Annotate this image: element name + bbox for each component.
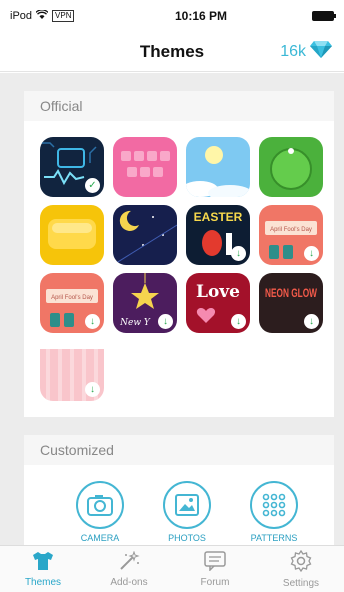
section-header-official: Official — [24, 91, 334, 121]
photos-button[interactable]: PHOTOS — [159, 481, 215, 543]
magic-wand-icon — [117, 549, 141, 574]
download-icon: ↓ — [85, 314, 100, 329]
theme-tile-sky[interactable] — [186, 137, 250, 197]
theme-tile-green[interactable] — [259, 137, 323, 197]
download-icon: ↓ — [304, 246, 319, 261]
theme-tile-april-fools-1[interactable]: April Fool's Day ↓ — [259, 205, 323, 265]
forum-icon — [204, 550, 226, 574]
status-bar: iPod VPN 10:16 PM — [0, 0, 344, 32]
camera-label: CAMERA — [80, 533, 120, 543]
photos-label: PHOTOS — [168, 533, 206, 543]
april-fools-label-2: April Fool's Day — [51, 295, 93, 301]
customize-options: CAMERA PHOTOS PATTERNS — [72, 481, 302, 543]
section-header-customized: Customized — [24, 435, 334, 465]
tab-forum-label: Forum — [200, 576, 230, 588]
theme-tile-new-year[interactable]: New Y ↓ — [113, 273, 177, 333]
themes-content[interactable]: Official ✓ EASTER ↓ April Fool's Day ↓ A… — [0, 73, 344, 545]
tshirt-icon — [31, 551, 55, 574]
coin-count: 16k — [280, 42, 306, 60]
gear-icon — [290, 549, 312, 575]
page-title: Themes — [139, 41, 205, 61]
tab-settings[interactable]: Settings — [258, 546, 344, 592]
camera-button[interactable]: CAMERA — [72, 481, 128, 543]
status-time: 10:16 PM — [174, 9, 228, 23]
tab-addons[interactable]: Add-ons — [86, 546, 172, 592]
theme-tile-night[interactable] — [113, 205, 177, 265]
patterns-label: PATTERNS — [250, 533, 298, 543]
tab-addons-label: Add-ons — [110, 576, 148, 588]
tab-bar: Themes Add-ons Forum Settings — [0, 545, 344, 592]
theme-tile-circuit[interactable]: ✓ — [40, 137, 104, 197]
new-year-label: New Y — [119, 318, 151, 328]
easter-label: EASTER — [194, 210, 243, 224]
tab-themes-label: Themes — [24, 576, 62, 588]
april-fools-label-1: April Fool's Day — [270, 227, 312, 233]
theme-tile-april-fools-2[interactable]: April Fool's Day ↓ — [40, 273, 104, 333]
download-icon: ↓ — [231, 314, 246, 329]
diamond-icon — [310, 40, 332, 63]
applied-check-icon: ✓ — [85, 178, 100, 193]
tab-settings-label: Settings — [282, 577, 320, 589]
coins-button[interactable]: 16k — [280, 40, 332, 63]
theme-tile-love[interactable]: Love ↓ — [186, 273, 250, 333]
official-section: Official ✓ EASTER ↓ April Fool's Day ↓ A… — [24, 91, 334, 417]
theme-tile-yellow[interactable] — [40, 205, 104, 265]
theme-tile-easter[interactable]: EASTER ↓ — [186, 205, 250, 265]
tab-forum[interactable]: Forum — [172, 546, 258, 592]
love-label: Love — [196, 282, 240, 302]
photos-icon — [163, 481, 211, 529]
theme-tile-neon-glow[interactable]: NEON GLOW ↓ — [259, 273, 323, 333]
battery-icon — [312, 11, 336, 21]
download-icon: ↓ — [304, 314, 319, 329]
camera-icon — [76, 481, 124, 529]
carrier-label: iPod — [10, 10, 33, 22]
theme-tile-pink-keys[interactable] — [113, 137, 177, 197]
tab-themes[interactable]: Themes — [0, 546, 86, 592]
download-icon: ↓ — [231, 246, 246, 261]
download-icon: ↓ — [158, 314, 173, 329]
patterns-icon — [250, 481, 298, 529]
neon-label: NEON GLOW — [265, 286, 317, 300]
patterns-button[interactable]: PATTERNS — [246, 481, 302, 543]
theme-tile-pink-stripes[interactable]: ↓ — [40, 349, 104, 401]
download-icon: ↓ — [85, 382, 100, 397]
wifi-icon — [35, 9, 49, 22]
customized-section: Customized CAMERA PHOTOS PATTERNS — [24, 435, 334, 545]
vpn-badge: VPN — [52, 10, 75, 22]
nav-bar: Themes 16k — [0, 32, 344, 72]
